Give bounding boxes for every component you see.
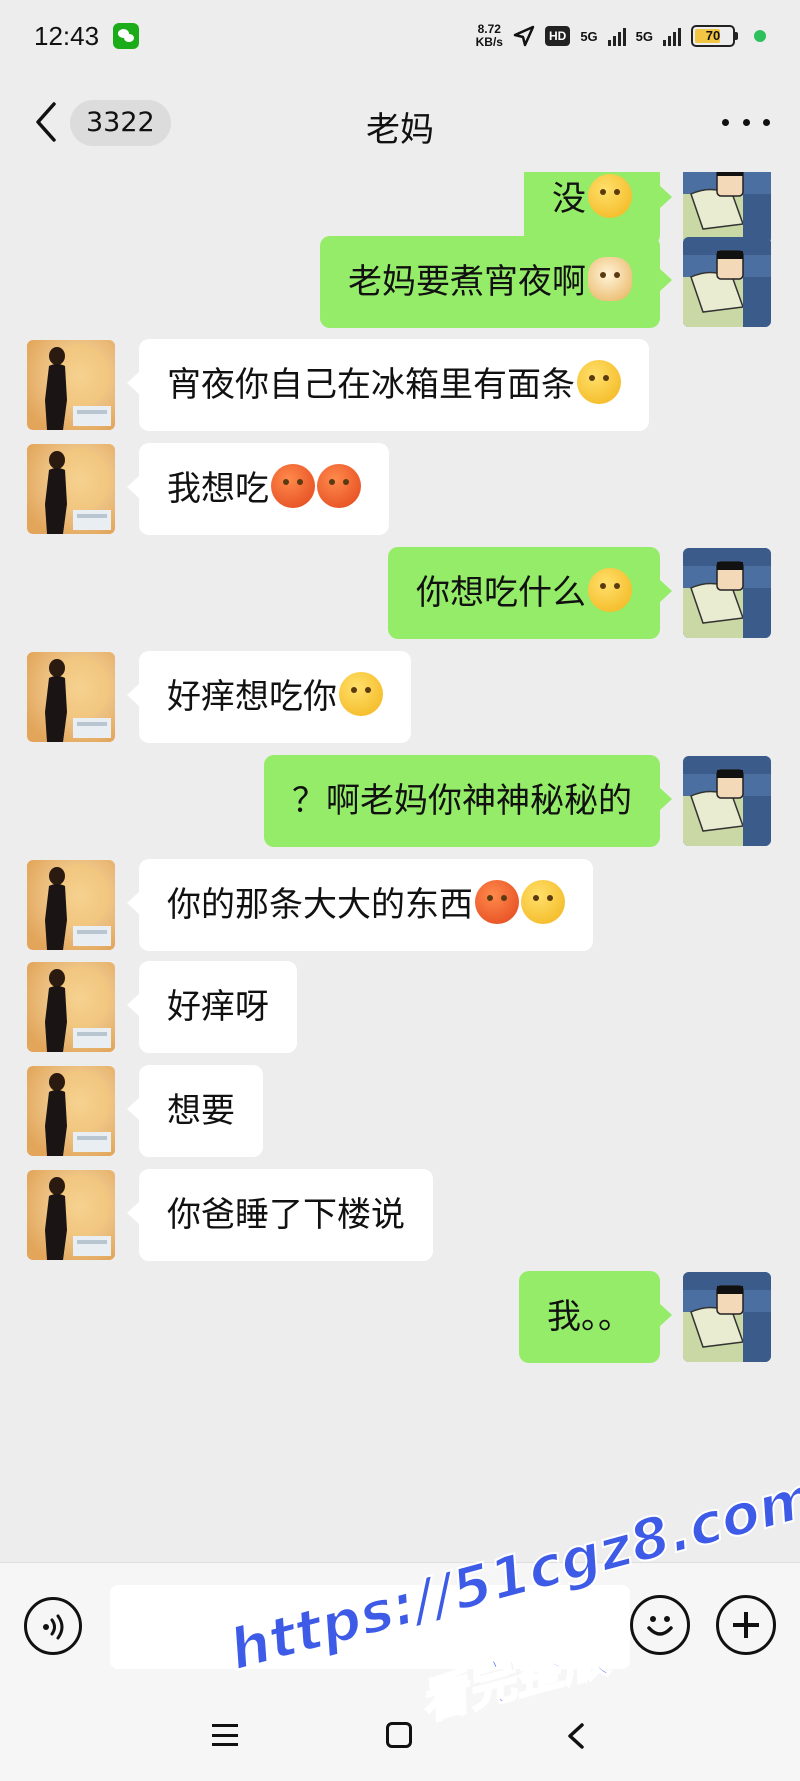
message-text: 没 (552, 179, 586, 219)
contact-avatar[interactable] (27, 1066, 115, 1156)
emoji-yellow-icon (577, 360, 621, 404)
message-list[interactable]: 没老妈要煮宵夜啊宵夜你自己在冰箱里有面条 我想吃你想吃什么好痒想吃你 ？啊老妈你神神… (0, 172, 800, 1562)
smiley-icon (647, 1616, 673, 1636)
self-avatar[interactable] (683, 172, 771, 244)
message-bubble[interactable]: 你想吃什么 (388, 547, 672, 639)
message-text: 宵夜你自己在冰箱里有面条 (167, 365, 575, 405)
contact-avatar[interactable] (27, 1170, 115, 1260)
message-text: 想要 (167, 1091, 235, 1131)
message-bubble[interactable]: 没 (524, 172, 672, 245)
signal-strength-icon (607, 26, 626, 46)
battery-icon: 70 (691, 25, 738, 47)
input-bar (0, 1562, 800, 1690)
sim2-label: 5G (635, 28, 653, 44)
emoji-yellow-icon (339, 672, 383, 716)
self-avatar[interactable] (683, 548, 771, 638)
privacy-indicator-dot (754, 30, 766, 42)
message-text: 我想吃 (167, 469, 269, 509)
system-back-icon[interactable] (566, 1722, 586, 1750)
self-avatar[interactable] (683, 237, 771, 327)
message-text: 你想吃什么 (416, 573, 586, 613)
emoji-red-icon (317, 464, 361, 508)
emoji-yellow-icon (588, 568, 632, 612)
contact-avatar[interactable] (27, 340, 115, 430)
hd-voice-badge: HD (544, 26, 571, 46)
status-bar: 12:43 8.72 KB/s HD 5G 5G 70 (0, 0, 800, 72)
message-text: ？啊老妈你神神秘秘的 (292, 781, 632, 821)
message-bubble[interactable]: 你爸睡了下楼说 (127, 1169, 433, 1261)
contact-avatar[interactable] (27, 652, 115, 742)
location-icon (513, 25, 535, 47)
recent-apps-menu-icon[interactable] (212, 1724, 238, 1746)
sim1-label: 5G (580, 28, 598, 44)
contact-avatar[interactable] (27, 444, 115, 534)
network-speed: 8.72 KB/s (476, 23, 503, 49)
message-text: 好痒呀 (167, 987, 269, 1027)
message-text: 你的那条大大的东西 (167, 885, 473, 925)
emoji-yellow-icon (588, 174, 632, 218)
contact-avatar[interactable] (27, 860, 115, 950)
message-text: 老妈要煮宵夜啊 (348, 262, 586, 302)
self-avatar[interactable] (683, 1272, 771, 1362)
status-time: 12:43 (34, 20, 100, 51)
status-icons: 8.72 KB/s HD 5G 5G 70 (476, 23, 766, 49)
more-functions-plus-button[interactable] (716, 1595, 776, 1655)
battery-level: 70 (705, 28, 721, 43)
self-avatar[interactable] (683, 756, 771, 846)
message-bubble[interactable]: 你的那条大大的东西 (127, 859, 593, 951)
emoji-red-icon (475, 880, 519, 924)
system-navigation-bar (0, 1690, 800, 1781)
voice-icon (43, 1614, 64, 1640)
emoji-yellow-icon (521, 880, 565, 924)
contact-avatar[interactable] (27, 962, 115, 1052)
message-bubble[interactable]: ？啊老妈你神神秘秘的 (264, 755, 672, 847)
message-bubble[interactable]: 我想吃 (127, 443, 389, 535)
message-text: 我。。 (547, 1297, 632, 1337)
chat-title: 老妈 (366, 110, 434, 150)
emoji-button[interactable] (630, 1595, 690, 1655)
message-bubble[interactable]: 我。。 (519, 1271, 672, 1363)
message-bubble[interactable]: 想要 (127, 1065, 263, 1157)
message-input[interactable] (110, 1585, 630, 1669)
emoji-red-icon (271, 464, 315, 508)
more-options-button[interactable] (722, 104, 770, 140)
voice-input-button[interactable] (24, 1597, 82, 1655)
chat-header: 3322 老妈 (0, 72, 800, 172)
signal-strength-icon-2 (663, 26, 681, 46)
network-speed-unit: KB/s (475, 35, 503, 49)
message-bubble[interactable]: 老妈要煮宵夜啊 (320, 236, 672, 328)
message-bubble[interactable]: 好痒呀 (127, 961, 297, 1053)
wechat-notification-icon (113, 23, 140, 49)
message-bubble[interactable]: 好痒想吃你 (127, 651, 411, 743)
emoji-dog-icon (588, 257, 632, 301)
message-bubble[interactable]: 宵夜你自己在冰箱里有面条 (127, 339, 649, 431)
message-text: 你爸睡了下楼说 (167, 1195, 405, 1235)
message-text: 好痒想吃你 (167, 677, 337, 717)
home-square-icon[interactable] (386, 1722, 412, 1748)
